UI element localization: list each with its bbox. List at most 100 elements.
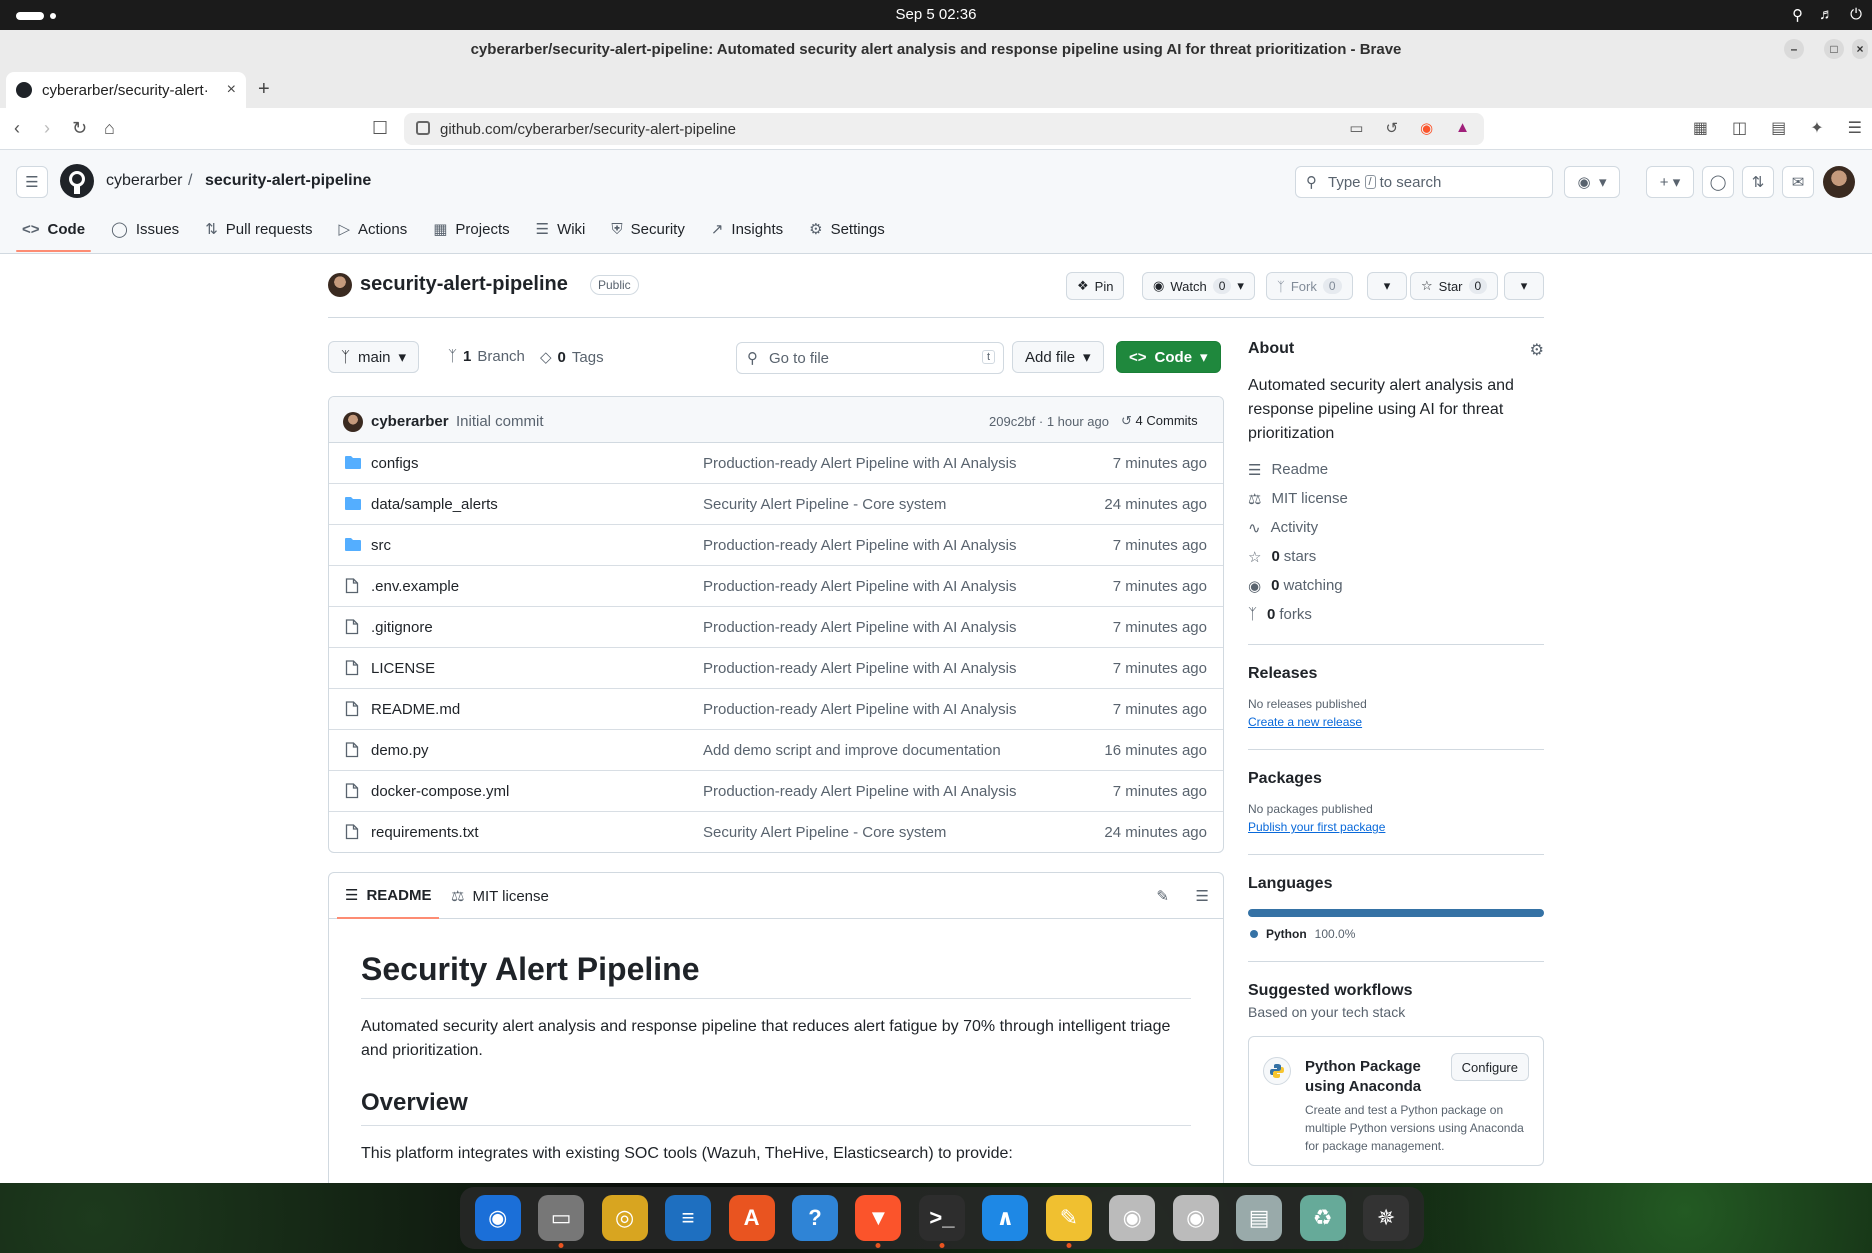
home-button[interactable]: ⌂ — [104, 118, 115, 139]
commit-hash-time[interactable]: 209c2bf · 1 hour ago — [989, 414, 1109, 429]
file-commit-message[interactable]: Production-ready Alert Pipeline with AI … — [703, 578, 1017, 595]
commit-message[interactable]: Initial commit — [456, 413, 544, 430]
stars-link[interactable]: ☆ 0 stars — [1248, 547, 1544, 566]
file-commit-message[interactable]: Production-ready Alert Pipeline with AI … — [703, 660, 1017, 677]
breadcrumb-repo[interactable]: security-alert-pipeline — [205, 172, 371, 190]
issues-button[interactable]: ◯ — [1702, 166, 1734, 198]
file-commit-time[interactable]: 7 minutes ago — [1113, 783, 1207, 800]
tab-code[interactable]: <> Code — [15, 214, 97, 252]
packages-heading[interactable]: Packages — [1248, 770, 1544, 788]
star-dropdown-button[interactable]: ▾ — [1504, 272, 1544, 300]
file-commit-message[interactable]: Production-ready Alert Pipeline with AI … — [703, 537, 1017, 554]
tab-mit-license[interactable]: ⚖ MIT license — [451, 873, 549, 919]
file-commit-message[interactable]: Security Alert Pipeline - Core system — [703, 824, 946, 841]
star-button[interactable]: ☆ Star 0 — [1410, 272, 1499, 300]
file-commit-message[interactable]: Production-ready Alert Pipeline with AI … — [703, 455, 1017, 472]
pull-requests-button[interactable]: ⇅ — [1742, 166, 1774, 198]
code-button[interactable]: <> Code ▾ — [1116, 341, 1221, 373]
readme-link[interactable]: ☰ Readme — [1248, 460, 1544, 479]
site-info-icon[interactable] — [416, 121, 430, 135]
file-commit-time[interactable]: 7 minutes ago — [1113, 537, 1207, 554]
file-commit-time[interactable]: 24 minutes ago — [1104, 496, 1207, 513]
workflow-name[interactable]: Python Package using Anaconda — [1305, 1057, 1445, 1097]
vscode-icon[interactable]: ∧ — [982, 1195, 1029, 1241]
add-file-button[interactable]: Add file ▾ — [1012, 341, 1104, 373]
sidebar-icon[interactable]: ◫ — [1732, 118, 1747, 138]
address-bar[interactable]: github.com/cyberarber/security-alert-pip… — [404, 113, 1484, 145]
cast-icon[interactable]: ▭ — [1349, 119, 1363, 137]
fork-button[interactable]: ᛉ Fork 0 — [1266, 272, 1353, 300]
github-logo-icon[interactable] — [60, 164, 94, 198]
disc-icon[interactable]: ◉ — [1109, 1195, 1156, 1241]
fork-dropdown-button[interactable]: ▾ — [1367, 272, 1407, 300]
brave-icon[interactable]: ▼ — [855, 1195, 902, 1248]
go-to-file-input[interactable]: ⚲ Go to file t — [736, 342, 1004, 374]
inbox-button[interactable]: ✉ — [1782, 166, 1814, 198]
file-commit-time[interactable]: 7 minutes ago — [1113, 578, 1207, 595]
file-name[interactable]: requirements.txt — [371, 824, 479, 841]
file-name[interactable]: demo.py — [371, 742, 429, 759]
file-name[interactable]: data/sample_alerts — [371, 496, 498, 513]
maximize-button[interactable]: □ — [1824, 39, 1844, 59]
watch-button[interactable]: ◉ Watch 0 ▾ — [1142, 272, 1255, 300]
pin-button[interactable]: ❖ Pin — [1066, 272, 1125, 300]
close-tab-icon[interactable]: × — [227, 81, 236, 99]
disc-icon-2[interactable]: ◉ — [1172, 1195, 1219, 1241]
publish-package-link[interactable]: Publish your first package — [1248, 820, 1544, 834]
releases-heading[interactable]: Releases — [1248, 665, 1544, 683]
repo-name[interactable]: security-alert-pipeline — [360, 273, 568, 296]
file-commit-message[interactable]: Security Alert Pipeline - Core system — [703, 496, 946, 513]
thunderbird-icon[interactable]: ◉ — [474, 1195, 521, 1241]
file-commit-message[interactable]: Add demo script and improve documentatio… — [703, 742, 1001, 759]
file-commit-message[interactable]: Production-ready Alert Pipeline with AI … — [703, 783, 1017, 800]
power-icon[interactable]: ⏻ — [1850, 6, 1862, 24]
file-commit-message[interactable]: Production-ready Alert Pipeline with AI … — [703, 619, 1017, 636]
license-link[interactable]: ⚖ MIT license — [1248, 489, 1544, 508]
trash-icon[interactable]: ♻ — [1299, 1195, 1346, 1241]
back-button[interactable]: ‹ — [14, 118, 20, 139]
extensions-icon[interactable]: ▦ — [1693, 118, 1708, 138]
file-name[interactable]: configs — [371, 455, 419, 472]
tab-insights[interactable]: ↗ Insights — [709, 214, 795, 250]
new-tab-button[interactable]: + — [258, 78, 270, 101]
file-name[interactable]: src — [371, 537, 391, 554]
create-release-link[interactable]: Create a new release — [1248, 715, 1544, 729]
configure-button[interactable]: Configure — [1450, 1053, 1529, 1081]
ubuntu-icon[interactable]: ✵ — [1363, 1195, 1410, 1241]
branch-selector[interactable]: ᛉ main ▾ — [328, 341, 420, 373]
file-name[interactable]: .env.example — [371, 578, 459, 595]
files-icon[interactable]: ▭ — [538, 1195, 585, 1248]
edit-pencil-icon[interactable]: ✎ — [1156, 887, 1169, 905]
tab-wiki[interactable]: ☰ Wiki — [534, 214, 598, 250]
file-commit-time[interactable]: 7 minutes ago — [1113, 455, 1207, 472]
writer-icon[interactable]: ≡ — [665, 1195, 712, 1241]
file-commit-time[interactable]: 24 minutes ago — [1104, 824, 1207, 841]
file-commit-time[interactable]: 16 minutes ago — [1104, 742, 1207, 759]
menu-icon[interactable]: ☰ — [1848, 118, 1862, 138]
create-new-button[interactable]: + ▾ — [1646, 166, 1694, 198]
leo-ai-icon[interactable]: ✦ — [1810, 118, 1823, 138]
close-window-button[interactable]: × — [1852, 39, 1868, 59]
commit-author[interactable]: cyberarber — [371, 413, 449, 430]
breadcrumb-owner[interactable]: cyberarber — [106, 172, 182, 190]
tab-security[interactable]: ⛨ Security — [609, 214, 696, 250]
disk-image-icon[interactable]: ▤ — [1236, 1195, 1283, 1241]
branches-link[interactable]: ᛉ 1 Branch — [448, 348, 525, 365]
search-input[interactable]: ⚲ Type / to search — [1295, 166, 1553, 198]
watching-link[interactable]: ◉ 0 watching — [1248, 576, 1544, 595]
outline-list-icon[interactable]: ☰ — [1196, 887, 1209, 905]
file-commit-message[interactable]: Production-ready Alert Pipeline with AI … — [703, 701, 1017, 718]
forks-link[interactable]: ᛉ 0 forks — [1248, 605, 1544, 624]
tags-link[interactable]: ◇ 0 Tags — [540, 348, 604, 367]
wallet-icon[interactable]: ▤ — [1771, 118, 1786, 138]
bookmark-icon[interactable]: ☐ — [372, 118, 388, 139]
forward-button[interactable]: › — [44, 118, 50, 139]
minimize-button[interactable]: – — [1784, 39, 1804, 59]
file-name[interactable]: LICENSE — [371, 660, 435, 677]
text-editor-icon[interactable]: ✎ — [1045, 1195, 1092, 1248]
terminal-icon[interactable]: >_ — [918, 1195, 965, 1248]
browser-tab[interactable]: cyberarber/security-alert· × — [6, 72, 246, 108]
language-python[interactable]: Python 100.0% — [1248, 927, 1544, 941]
activity-link[interactable]: ∿ Activity — [1248, 518, 1544, 537]
tab-readme[interactable]: ☰ README — [337, 873, 440, 919]
